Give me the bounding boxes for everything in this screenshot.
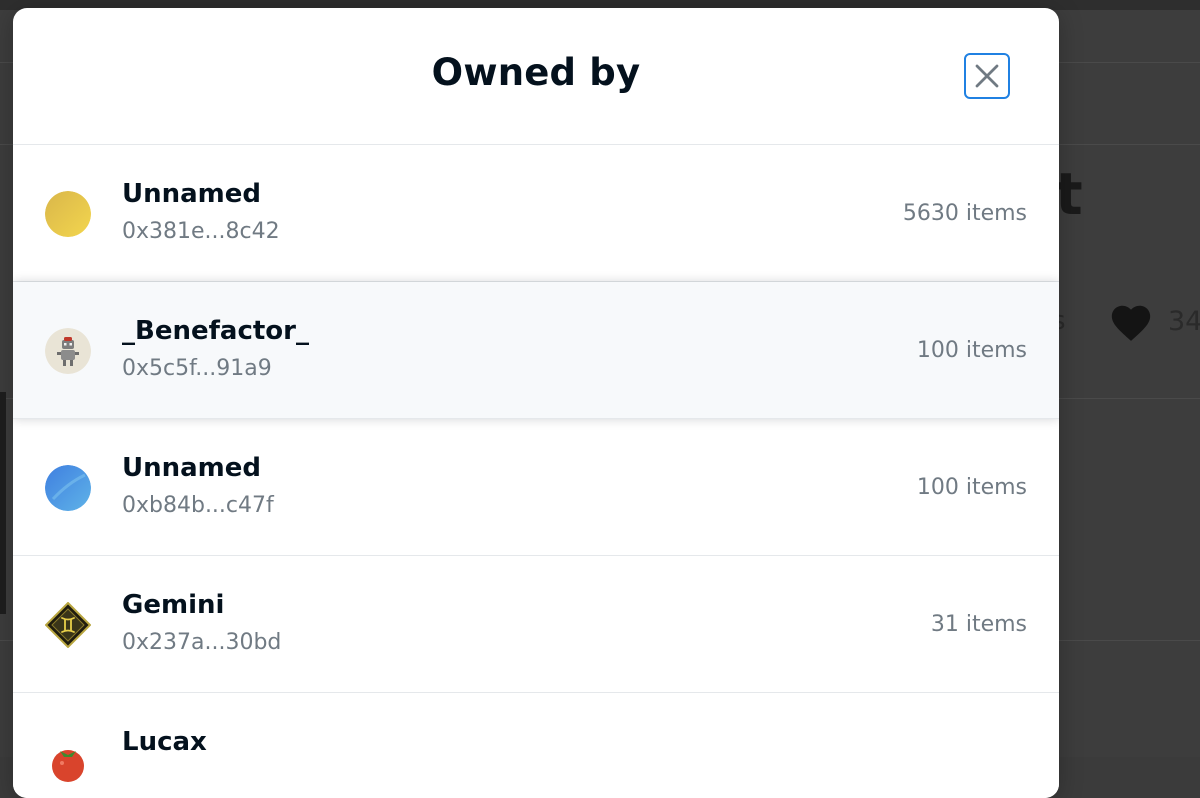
owner-name[interactable]: Gemini xyxy=(122,590,224,620)
modal-header: Owned by xyxy=(13,8,1059,145)
owner-item-count: 31 items xyxy=(930,612,1027,637)
owner-address: 0xb84b...c47f xyxy=(122,493,274,518)
heart-icon xyxy=(1111,305,1151,341)
owner-row[interactable]: Gemini 0x237a...30bd 31 items xyxy=(13,556,1059,693)
close-icon xyxy=(975,64,999,88)
owner-name[interactable]: Unnamed xyxy=(122,453,261,483)
gold-gradient-avatar xyxy=(45,191,91,237)
background-favorites-fragment: 34 xyxy=(1168,306,1200,337)
modal-title: Owned by xyxy=(431,51,641,94)
owner-row[interactable]: Unnamed 0xb84b...c47f 100 items xyxy=(13,419,1059,556)
owners-modal: Owned by Unnamed 0x381e...8c42 5630 item… xyxy=(13,8,1059,798)
background-title-fragment: t xyxy=(1055,160,1083,228)
owner-name[interactable]: _Benefactor_ xyxy=(122,316,309,346)
owner-address: 0x5c5f...91a9 xyxy=(122,356,272,381)
owner-list: Unnamed 0x381e...8c42 5630 items _Benefa… xyxy=(13,145,1059,798)
owner-item-count: 100 items xyxy=(916,338,1027,363)
owner-item-count: 5630 items xyxy=(902,201,1027,226)
owner-row[interactable]: Lucax xyxy=(13,693,1059,798)
tomato-avatar xyxy=(45,739,91,785)
close-button[interactable] xyxy=(964,53,1010,99)
background-image-edge xyxy=(0,392,6,614)
owner-name[interactable]: Lucax xyxy=(122,727,207,757)
blue-gradient-avatar xyxy=(45,465,91,511)
owner-address: 0x237a...30bd xyxy=(122,630,282,655)
owner-item-count: 100 items xyxy=(916,475,1027,500)
owner-address: 0x381e...8c42 xyxy=(122,219,280,244)
owner-row[interactable]: _Benefactor_ 0x5c5f...91a9 100 items xyxy=(13,282,1059,419)
owner-row[interactable]: Unnamed 0x381e...8c42 5630 items xyxy=(13,145,1059,282)
owner-name[interactable]: Unnamed xyxy=(122,179,261,209)
gemini-diamond-avatar xyxy=(45,602,91,648)
robot-avatar xyxy=(45,328,91,374)
